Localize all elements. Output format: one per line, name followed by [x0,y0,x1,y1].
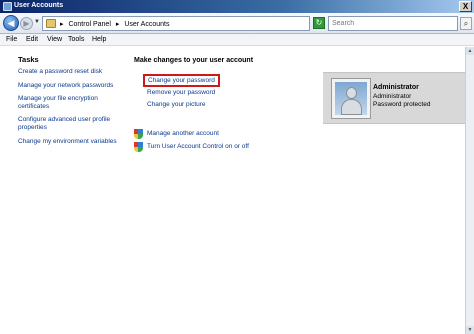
back-button[interactable]: ◀ [3,15,19,31]
user-role: Administrator [373,93,412,100]
address-bar[interactable]: ▸ Control Panel ▸ User Accounts [42,16,310,31]
avatar [331,78,371,119]
section-heading: Make changes to your user account [134,57,254,64]
menu-bar: File Edit View Tools Help [0,34,474,46]
search-box[interactable] [328,16,458,31]
task-create-reset-disk[interactable]: Create a password reset disk [18,68,130,76]
scroll-up-icon[interactable]: ▲ [466,47,474,55]
user-name: Administrator [373,84,419,91]
change-picture-link[interactable]: Change your picture [147,101,206,108]
breadcrumb-separator: ▸ [60,21,64,28]
breadcrumb-control-panel[interactable]: Control Panel [68,21,110,28]
task-manage-network-passwords[interactable]: Manage your network passwords [18,82,130,90]
scroll-down-icon[interactable]: ▼ [466,326,474,334]
manage-another-account-link[interactable]: Manage another account [147,130,219,137]
menu-edit[interactable]: Edit [26,36,38,43]
search-input[interactable] [329,17,439,30]
menu-file[interactable]: File [6,36,17,43]
remove-password-link[interactable]: Remove your password [147,89,215,96]
search-icon: ⌕ [463,19,469,28]
window-title: User Accounts [14,2,64,9]
close-button[interactable]: X [459,1,472,12]
breadcrumb: ▸ Control Panel ▸ User Accounts [60,20,172,28]
refresh-icon: ↻ [315,18,323,27]
control-panel-icon [46,19,56,28]
search-button[interactable]: ⌕ [460,17,472,30]
uac-shield-icon [134,142,143,152]
task-configure-profile-properties[interactable]: Configure advanced user profile properti… [18,116,130,132]
user-account-panel: Administrator Administrator Password pro… [323,72,465,124]
refresh-button[interactable]: ↻ [313,17,325,29]
forward-arrow-icon: ▶ [23,19,30,28]
tasks-heading: Tasks [18,55,39,64]
menu-help[interactable]: Help [92,36,106,43]
title-bar: User Accounts X [0,0,474,13]
vertical-scrollbar[interactable]: ▲ ▼ [465,47,474,334]
user-status: Password protected [373,101,431,108]
menu-view[interactable]: View [47,36,62,43]
user-accounts-icon [3,2,12,11]
task-manage-encryption-certificates[interactable]: Manage your file encryption certificates [18,95,130,111]
back-arrow-icon: ◀ [7,18,15,28]
turn-uac-on-off-link[interactable]: Turn User Account Control on or off [147,143,249,150]
menu-tools[interactable]: Tools [68,36,84,43]
task-change-environment-variables[interactable]: Change my environment variables [18,138,130,146]
recent-pages-dropdown[interactable]: ▼ [34,19,40,25]
address-toolbar: ◀ ▶ ▼ ▸ Control Panel ▸ User Accounts ↻ … [0,13,474,34]
main-content: Tasks Create a password reset disk Manag… [0,47,465,334]
change-password-link[interactable]: Change your password [143,74,220,87]
forward-button[interactable]: ▶ [20,17,33,30]
breadcrumb-user-accounts[interactable]: User Accounts [124,21,169,28]
breadcrumb-separator: ▸ [115,21,120,28]
uac-shield-icon [134,129,143,139]
